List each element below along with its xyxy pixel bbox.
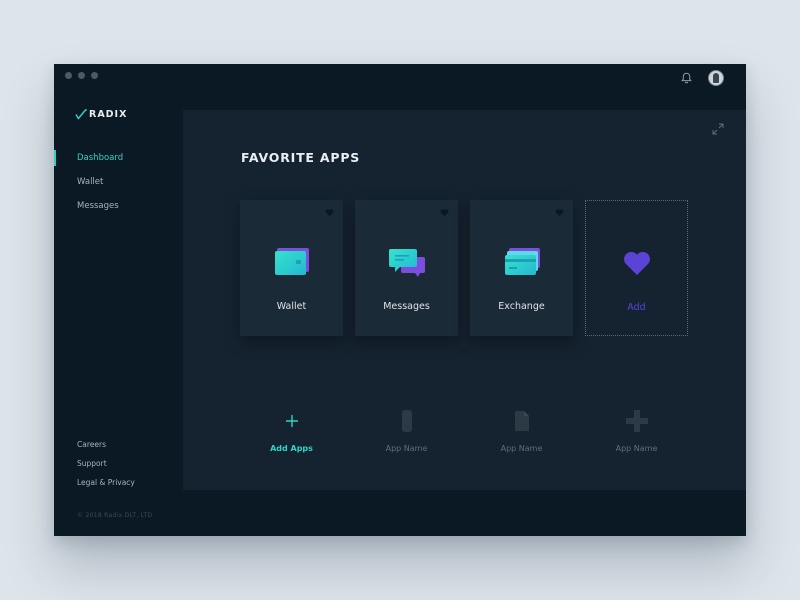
app-label: App Name <box>500 444 543 453</box>
sidebar-footer: Careers Support Legal & Privacy <box>77 435 135 492</box>
plus-icon <box>281 410 303 432</box>
app-window: RADIX Dashboard Wallet Messages Careers … <box>54 64 746 536</box>
app-item[interactable]: App Name <box>355 410 458 460</box>
favorite-apps: Wallet Messages Exchange Add <box>240 200 688 336</box>
window-controls <box>65 72 98 79</box>
favorite-card-label: Wallet <box>276 301 307 312</box>
heart-icon <box>623 251 650 275</box>
cross-icon <box>625 410 648 432</box>
radix-logo[interactable]: RADIX <box>75 109 127 120</box>
sidebar: RADIX Dashboard Wallet Messages Careers … <box>54 104 183 536</box>
heart-icon[interactable] <box>440 208 449 217</box>
favorite-card-label: Add <box>627 302 646 313</box>
logo-check-icon <box>75 109 87 120</box>
messages-icon <box>388 249 425 277</box>
app-item[interactable]: App Name <box>585 410 688 460</box>
heart-icon[interactable] <box>555 208 564 217</box>
sidebar-item-dashboard[interactable]: Dashboard <box>54 146 183 170</box>
window-dot-minimize[interactable] <box>78 72 85 79</box>
top-right-icons <box>678 70 724 86</box>
footer-link-careers[interactable]: Careers <box>77 435 135 454</box>
app-list: Add Apps App Name App Name App Name <box>240 410 688 460</box>
footer-link-support[interactable]: Support <box>77 454 135 473</box>
sidebar-nav: Dashboard Wallet Messages <box>54 146 183 218</box>
app-item[interactable]: App Name <box>470 410 573 460</box>
sidebar-item-wallet[interactable]: Wallet <box>54 170 183 194</box>
favorite-card-add[interactable]: Add <box>585 200 688 336</box>
sidebar-item-messages[interactable]: Messages <box>54 194 183 218</box>
favorite-card-messages[interactable]: Messages <box>355 200 458 336</box>
phone-icon <box>396 410 418 432</box>
app-label: App Name <box>615 444 658 453</box>
expand-icon[interactable] <box>712 120 724 135</box>
window-dot-maximize[interactable] <box>91 72 98 79</box>
favorite-card-exchange[interactable]: Exchange <box>470 200 573 336</box>
app-label: App Name <box>385 444 428 453</box>
logo-text: RADIX <box>89 109 128 120</box>
favorite-card-label: Messages <box>383 301 430 312</box>
exchange-icon <box>504 248 540 275</box>
add-apps-button[interactable]: Add Apps <box>240 410 343 460</box>
favorite-card-wallet[interactable]: Wallet <box>240 200 343 336</box>
copyright: © 2018 Radix DLT, LTD <box>77 512 153 519</box>
app-label: Add Apps <box>270 444 313 453</box>
footer-link-legal[interactable]: Legal & Privacy <box>77 473 135 492</box>
bell-icon[interactable] <box>678 70 694 86</box>
heart-icon[interactable] <box>325 208 334 217</box>
main-panel: FAVORITE APPS Wallet Messages Exchange A… <box>183 110 746 490</box>
avatar-icon[interactable] <box>708 70 724 86</box>
page-title: FAVORITE APPS <box>241 150 361 165</box>
favorite-card-label: Exchange <box>498 301 545 312</box>
wallet-icon <box>274 248 309 275</box>
window-dot-close[interactable] <box>65 72 72 79</box>
document-icon <box>511 410 533 432</box>
